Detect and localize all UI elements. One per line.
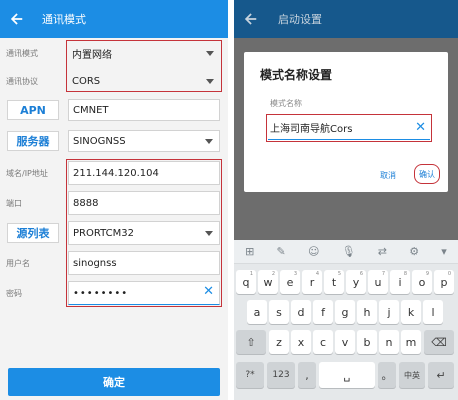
share-icon[interactable]: ⇄	[378, 245, 387, 258]
shift-key[interactable]: ⇧	[236, 330, 266, 354]
key-v[interactable]: v	[335, 330, 355, 354]
keyboard-toolbar: ⊞ ✎ ☺ 🎙 ⇄ ⚙ ▾	[234, 240, 458, 264]
key-g[interactable]: g	[335, 300, 355, 324]
key-s[interactable]: s	[269, 300, 289, 324]
key-r[interactable]: r4	[302, 270, 322, 294]
mode-name-dialog: 模式名称设置 模式名称 上海司南导航Cors ✕ 取消 确认	[244, 52, 448, 192]
server-select[interactable]: SINOGNSS	[68, 130, 220, 152]
key-j[interactable]: j	[379, 300, 399, 324]
settings-icon[interactable]: ⚙	[409, 245, 419, 258]
confirm-button[interactable]: 确定	[8, 368, 220, 396]
startup-settings-screen: 启动设置 模式名称设置 模式名称 上海司南导航Cors ✕ 取消 确认 ⊞ ✎ …	[234, 0, 458, 400]
source-label: 源列表	[7, 223, 59, 243]
mode-name-label: 模式名称	[270, 99, 302, 108]
apn-value: CMNET	[73, 104, 109, 116]
symbols-key[interactable]: ?*	[236, 362, 264, 388]
period-key[interactable]: 。	[378, 362, 396, 388]
numbers-key[interactable]: 123	[267, 362, 295, 388]
page-title: 通讯模式	[42, 13, 86, 26]
key-e[interactable]: e3	[280, 270, 300, 294]
key-m[interactable]: m	[401, 330, 421, 354]
key-c[interactable]: c	[313, 330, 333, 354]
mic-icon[interactable]: 🎙	[342, 245, 356, 258]
key-x[interactable]: x	[291, 330, 311, 354]
server-label: 服务器	[7, 131, 59, 151]
apn-label: APN	[7, 100, 59, 120]
highlight-connection-box	[66, 159, 222, 307]
key-u[interactable]: u7	[368, 270, 388, 294]
user-label: 用户名	[6, 258, 30, 268]
back-arrow-icon[interactable]	[8, 10, 26, 28]
ok-button[interactable]: 确认	[414, 164, 440, 184]
apn-input[interactable]: CMNET	[68, 99, 220, 121]
key-d[interactable]: d	[291, 300, 311, 324]
backspace-key[interactable]: ⌫	[424, 330, 454, 354]
highlight-mode-box	[66, 40, 222, 92]
grid-icon[interactable]: ⊞	[245, 245, 254, 258]
key-t[interactable]: t5	[324, 270, 344, 294]
top-app-bar: 通讯模式	[0, 0, 228, 38]
page-title: 启动设置	[278, 13, 322, 26]
key-o[interactable]: o9	[412, 270, 432, 294]
soft-keyboard: q1 w2 e3 r4 t5 y6 u7 i8 o9 p0 a s d f g …	[234, 264, 458, 400]
key-b[interactable]: b	[357, 330, 377, 354]
edit-icon[interactable]: ✎	[277, 245, 286, 258]
collapse-keyboard-icon[interactable]: ▾	[441, 245, 447, 258]
password-label: 密码	[6, 288, 22, 298]
top-app-bar-dimmed: 启动设置	[234, 0, 458, 38]
key-z[interactable]: z	[269, 330, 289, 354]
cancel-button[interactable]: 取消	[380, 170, 396, 181]
protocol-label: 通讯协议	[6, 76, 38, 86]
key-a[interactable]: a	[247, 300, 267, 324]
key-p[interactable]: p0	[434, 270, 454, 294]
key-w[interactable]: w2	[258, 270, 278, 294]
key-f[interactable]: f	[313, 300, 333, 324]
emoji-icon[interactable]: ☺	[308, 245, 319, 258]
highlight-name-box	[266, 114, 432, 142]
mode-label: 通讯模式	[6, 48, 38, 58]
server-value: SINOGNSS	[73, 135, 126, 147]
port-label: 端口	[6, 198, 22, 208]
key-h[interactable]: h	[357, 300, 377, 324]
comm-mode-screen: 通讯模式 通讯模式 内置网络 通讯协议 CORS APN CMNET 服务器 S…	[0, 0, 228, 400]
dialog-title: 模式名称设置	[260, 68, 333, 82]
key-n[interactable]: n	[379, 330, 399, 354]
dropdown-arrow-icon	[205, 139, 213, 144]
back-arrow-icon[interactable]	[242, 10, 260, 28]
space-key[interactable]: ␣	[319, 362, 375, 388]
key-l[interactable]: l	[423, 300, 443, 324]
key-k[interactable]: k	[401, 300, 421, 324]
language-switch-key[interactable]: 中英	[399, 362, 425, 388]
ip-label: 域名/IP地址	[6, 168, 48, 178]
key-i[interactable]: i8	[390, 270, 410, 294]
key-y[interactable]: y6	[346, 270, 366, 294]
enter-key[interactable]: ↵	[428, 362, 454, 388]
key-q[interactable]: q1	[236, 270, 256, 294]
comma-key[interactable]: ,	[298, 362, 316, 388]
